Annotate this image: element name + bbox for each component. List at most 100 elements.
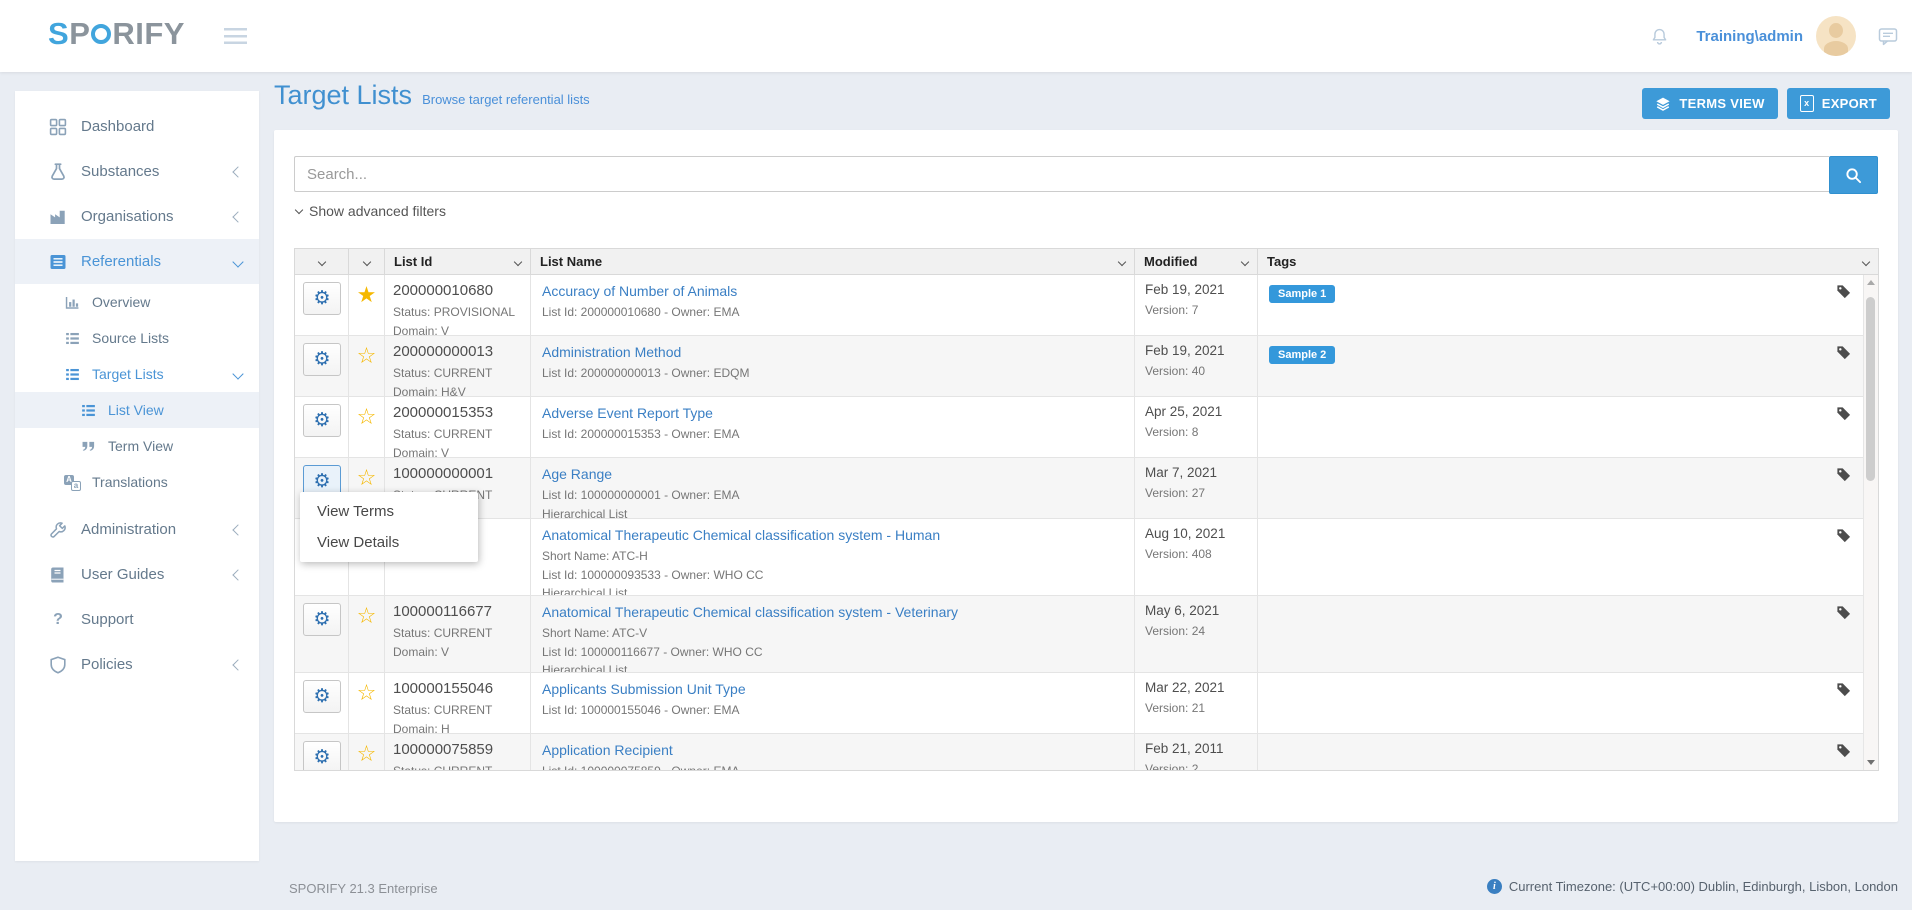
list-name-link[interactable]: Administration Method xyxy=(542,344,1126,360)
list-id: 100000155046 xyxy=(393,680,494,697)
list-name-detail: Hierarchical List xyxy=(542,586,628,595)
user-menu[interactable]: Training\admin xyxy=(1696,28,1803,45)
list-name-detail: Hierarchical List xyxy=(542,663,628,672)
list-id: 100000000001 xyxy=(393,465,494,482)
menu-item-view-terms[interactable]: View Terms xyxy=(300,496,478,527)
modified-date: May 6, 2021 xyxy=(1145,603,1220,618)
dashboard-icon xyxy=(48,117,68,137)
tag-icon[interactable] xyxy=(1836,284,1851,299)
row-actions-button[interactable]: ⚙ xyxy=(303,603,341,636)
sidebar-item-target-lists[interactable]: Target Lists xyxy=(15,356,259,392)
bar-chart-icon xyxy=(64,294,81,311)
favorite-star-icon[interactable]: ☆ xyxy=(357,606,377,672)
list-name-link[interactable]: Application Recipient xyxy=(542,742,1126,758)
sidebar-item-source-lists[interactable]: Source Lists xyxy=(15,320,259,356)
sidebar-item-overview[interactable]: Overview xyxy=(15,284,259,320)
column-header-list-name[interactable]: List Name xyxy=(531,249,1135,274)
list-name-link[interactable]: Adverse Event Report Type xyxy=(542,405,1126,421)
list-name-detail: List Id: 200000010680 - Owner: EMA xyxy=(542,305,740,319)
row-actions-button[interactable]: ⚙ xyxy=(303,680,341,713)
favorites-column-menu[interactable] xyxy=(349,249,385,274)
modified-date: Mar 22, 2021 xyxy=(1145,680,1225,695)
gear-icon: ⚙ xyxy=(313,409,331,431)
list-icon xyxy=(80,402,97,419)
sidebar-item-organisations[interactable]: Organisations xyxy=(15,194,259,239)
sidebar-item-dashboard[interactable]: Dashboard xyxy=(15,104,259,149)
list-status: Status: CURRENT xyxy=(393,427,493,441)
avatar[interactable] xyxy=(1816,16,1856,56)
list-name-link[interactable]: Anatomical Therapeutic Chemical classifi… xyxy=(542,527,1126,543)
favorite-star-icon[interactable]: ☆ xyxy=(357,346,377,396)
tag-icon[interactable] xyxy=(1836,345,1851,360)
chat-icon[interactable] xyxy=(1878,27,1898,46)
favorite-star-icon[interactable]: ☆ xyxy=(357,407,377,457)
sidebar-item-administration[interactable]: Administration xyxy=(15,507,259,552)
modified-date: Feb 21, 2011 xyxy=(1145,741,1224,756)
row-actions-button[interactable]: ⚙ xyxy=(303,282,341,315)
scroll-up-arrow-icon[interactable] xyxy=(1867,280,1875,285)
table-row: ⚙ ☆ 100000155046 Status: CURRENT Domain:… xyxy=(295,673,1878,734)
chevron-down-icon xyxy=(1861,257,1871,266)
scroll-down-arrow-icon[interactable] xyxy=(1867,760,1875,765)
tag-icon[interactable] xyxy=(1836,743,1851,758)
sidebar-item-translations[interactable]: Translations xyxy=(15,464,259,500)
column-header-list-id[interactable]: List Id xyxy=(385,249,531,274)
sidebar-item-support[interactable]: ? Support xyxy=(15,597,259,642)
tag-icon[interactable] xyxy=(1836,605,1851,620)
favorite-star-icon[interactable]: ☆ xyxy=(357,744,377,770)
scrollbar-thumb[interactable] xyxy=(1866,297,1875,481)
top-bar: S P RIFY Training\admin xyxy=(0,0,1912,72)
page-header: Target Lists Browse target referential l… xyxy=(274,80,590,111)
export-button[interactable]: EXPORT xyxy=(1786,88,1890,119)
version: Version: 7 xyxy=(1145,303,1199,317)
tag-icon[interactable] xyxy=(1836,682,1851,697)
sidebar-item-term-view[interactable]: Term View xyxy=(15,428,259,464)
column-header-tags[interactable]: Tags xyxy=(1258,249,1878,274)
tag-icon[interactable] xyxy=(1836,406,1851,421)
list-name-link[interactable]: Age Range xyxy=(542,466,1126,482)
tag-icon[interactable] xyxy=(1836,528,1851,543)
row-actions-button[interactable]: ⚙ xyxy=(303,404,341,437)
chevron-down-icon xyxy=(232,368,244,380)
notifications-bell-icon[interactable] xyxy=(1649,26,1670,47)
app: S P RIFY Training\admin Dashboard Substanc… xyxy=(0,0,1912,910)
favorite-star-icon[interactable]: ★ xyxy=(357,285,377,335)
list-name-detail: List Id: 100000000001 - Owner: EMA xyxy=(542,488,740,502)
terms-view-button[interactable]: TERMS VIEW xyxy=(1642,88,1778,119)
chevron-down-icon xyxy=(294,205,304,215)
modified-date: Aug 10, 2021 xyxy=(1145,526,1226,541)
search-bar xyxy=(294,156,1878,194)
column-header-modified[interactable]: Modified xyxy=(1135,249,1258,274)
search-input[interactable] xyxy=(294,156,1829,192)
sidebar-item-user-guides[interactable]: User Guides xyxy=(15,552,259,597)
sidebar-item-substances[interactable]: Substances xyxy=(15,149,259,194)
list-name-link[interactable]: Applicants Submission Unit Type xyxy=(542,681,1126,697)
list-status: Status: CURRENT xyxy=(393,703,493,717)
search-button[interactable] xyxy=(1829,156,1878,194)
sidebar-item-policies[interactable]: Policies xyxy=(15,642,259,687)
list-domain: Domain: V xyxy=(393,445,450,457)
sidebar-item-referentials[interactable]: Referentials xyxy=(15,239,259,284)
menu-item-view-details[interactable]: View Details xyxy=(300,527,478,558)
wrench-icon xyxy=(48,520,68,540)
sidebar-item-list-view[interactable]: List View xyxy=(15,392,259,428)
row-actions-column-menu[interactable] xyxy=(295,249,349,274)
list-name-link[interactable]: Anatomical Therapeutic Chemical classifi… xyxy=(542,604,1126,620)
sidebar-toggle-icon[interactable] xyxy=(224,28,247,44)
favorite-star-icon[interactable]: ☆ xyxy=(357,683,377,733)
advanced-filters-toggle[interactable]: Show advanced filters xyxy=(294,203,446,219)
tag-badge: Sample 1 xyxy=(1269,285,1336,303)
row-actions-button[interactable]: ⚙ xyxy=(303,741,341,770)
row-actions-button[interactable]: ⚙ xyxy=(303,343,341,376)
timezone-info: i Current Timezone: (UTC+00:00) Dublin, … xyxy=(1486,879,1898,894)
chevron-left-icon xyxy=(232,210,244,223)
tag-icon[interactable] xyxy=(1836,467,1851,482)
version: Version: 8 xyxy=(1145,425,1199,439)
gear-icon: ⚙ xyxy=(313,685,331,707)
list-status: Status: CURRENT xyxy=(393,626,493,640)
list-name-detail: List Id: 200000000013 - Owner: EDQM xyxy=(542,366,750,380)
chevron-down-icon xyxy=(232,255,244,268)
list-domain: Domain: H xyxy=(393,721,450,733)
list-name-link[interactable]: Accuracy of Number of Animals xyxy=(542,283,1126,299)
table-scrollbar[interactable] xyxy=(1863,275,1878,770)
